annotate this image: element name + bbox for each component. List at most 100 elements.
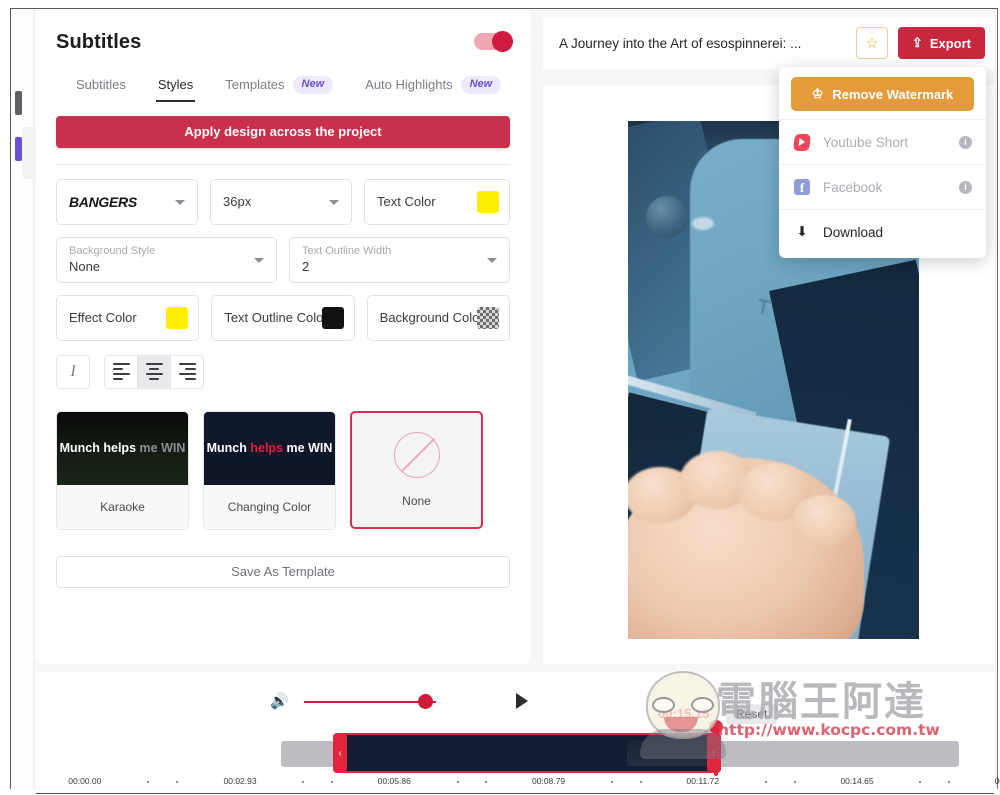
background-style-stack: Background Style None	[69, 245, 155, 275]
ruler-dot	[919, 781, 922, 783]
format-toolbar: I	[36, 353, 530, 389]
badge-new: New	[460, 76, 502, 94]
tab-auto-highlights[interactable]: Auto Highlights New	[349, 76, 517, 104]
toggle-knob	[492, 31, 513, 52]
chevron-down-icon	[175, 199, 185, 205]
text-outline-color-picker[interactable]: Text Outline Color	[211, 294, 355, 341]
chevron-down-icon	[254, 257, 264, 263]
save-as-template-button[interactable]: Save As Template	[56, 555, 510, 588]
text-color-picker[interactable]: Text Color	[364, 178, 510, 225]
tab-subtitles[interactable]: Subtitles	[56, 77, 142, 102]
ruler-tick: 00:08.79	[531, 776, 566, 786]
style-card-label: Changing Color	[204, 484, 335, 529]
ruler-tick: 00:05.86	[377, 776, 411, 786]
tab-label: Subtitles	[76, 77, 126, 93]
font-family-select[interactable]: BANGERS	[56, 178, 198, 225]
reset-button[interactable]: Reset	[726, 704, 778, 724]
facebook-icon: f	[793, 179, 811, 195]
effect-color-swatch[interactable]	[166, 306, 189, 329]
style-card-karaoke[interactable]: Munch helps me WIN Karaoke	[56, 410, 189, 530]
play-button[interactable]	[516, 693, 528, 709]
tab-label: Styles	[157, 77, 194, 93]
menu-item-label: Facebook	[823, 179, 883, 195]
background-style-label: Background Style	[69, 244, 156, 257]
ruler-dot	[765, 781, 768, 783]
favorite-button[interactable]: ☆	[855, 27, 888, 59]
background-style-select[interactable]: Background Style None	[56, 236, 277, 283]
style-card-label: None	[402, 493, 431, 508]
background-color-swatch[interactable]	[476, 306, 499, 329]
chevron-down-icon	[487, 257, 497, 263]
timeline-track-row: ‹ ›	[36, 720, 994, 776]
badge-new: New	[292, 76, 334, 94]
apply-design-button[interactable]: Apply design across the project	[56, 115, 510, 148]
preview-column: A Journey into the Art of esospinnerei: …	[543, 9, 995, 664]
ruler-dot	[639, 781, 642, 783]
menu-item-youtube-short[interactable]: Youtube Short i	[779, 119, 986, 164]
ruler-tick: 00:17.58	[994, 776, 1000, 786]
menu-item-facebook[interactable]: f Facebook i	[779, 164, 986, 209]
crown-icon: ♔	[811, 86, 824, 101]
clip-content	[343, 740, 711, 766]
font-size-select[interactable]: 36px	[210, 178, 352, 225]
text-outline-color-label: Text Outline Color	[224, 310, 328, 326]
preview-word: me	[139, 441, 158, 456]
align-left-button[interactable]	[104, 354, 138, 389]
rail-tab-purple[interactable]	[15, 137, 22, 161]
ruler-dot	[147, 781, 150, 783]
volume-slider-thumb[interactable]	[418, 694, 433, 709]
remove-watermark-label: Remove Watermark	[832, 86, 954, 102]
preview-word: Munch	[59, 441, 100, 456]
youtube-shorts-icon	[793, 133, 811, 151]
style-card-preview: Munch helps me WIN	[204, 411, 335, 485]
background-color-picker[interactable]: Background Color	[366, 294, 510, 341]
left-rail	[11, 9, 44, 789]
volume-slider[interactable]	[304, 701, 436, 703]
app-root: Subtitles Subtitles Styles Templates New…	[0, 0, 1000, 795]
align-right-button[interactable]	[170, 354, 204, 389]
preview-word: WIN	[308, 441, 333, 456]
text-color-swatch[interactable]	[477, 190, 499, 213]
remove-watermark-button[interactable]: ♔ Remove Watermark	[791, 77, 974, 111]
style-card-preview: Munch helps me WIN	[57, 411, 188, 485]
rail-tab-dark[interactable]	[15, 91, 22, 115]
trim-handle-left[interactable]: ‹	[333, 734, 347, 772]
export-button[interactable]: ⇪ Export	[897, 27, 985, 59]
project-title: A Journey into the Art of esospinnerei: …	[559, 35, 802, 51]
preview-word: Munch	[206, 441, 247, 456]
info-icon[interactable]: i	[959, 180, 972, 194]
control-row-3: Effect Color Text Outline Color Backgrou…	[56, 294, 510, 341]
ruler-dot	[175, 781, 178, 783]
no-style-icon	[393, 431, 440, 478]
ruler-tick: 00:11.72	[686, 776, 719, 786]
video-knob	[646, 196, 688, 238]
tab-styles[interactable]: Styles	[142, 77, 209, 103]
text-outline-color-swatch[interactable]	[321, 306, 344, 329]
style-card-none[interactable]: None	[350, 410, 483, 529]
transport-controls: 🔊 00:15.15 Reset	[36, 684, 994, 724]
italic-button[interactable]: I	[56, 354, 90, 389]
align-center-button[interactable]	[137, 354, 171, 389]
style-card-changing-color[interactable]: Munch helps me WIN Changing Color	[203, 410, 336, 530]
text-outline-width-select[interactable]: Text Outline Width 2	[289, 236, 510, 283]
text-outline-width-label: Text Outline Width	[302, 244, 392, 257]
download-icon: ⬇	[796, 224, 808, 239]
menu-item-download[interactable]: ⬇ Download	[779, 209, 986, 254]
ruler-dot	[948, 781, 951, 783]
tab-label: Auto Highlights	[365, 77, 453, 93]
background-style-value: None	[69, 259, 101, 274]
ruler-tick: 00:02.93	[223, 776, 257, 786]
star-icon: ☆	[865, 35, 879, 52]
font-size-value: 36px	[223, 194, 252, 210]
subtitles-toggle[interactable]	[474, 31, 513, 52]
ruler-dot	[456, 781, 459, 783]
menu-item-label: Youtube Short	[823, 134, 909, 150]
playhead[interactable]	[709, 720, 723, 776]
info-icon[interactable]: i	[959, 135, 972, 149]
volume-icon[interactable]: 🔊	[270, 692, 289, 710]
effect-color-picker[interactable]: Effect Color	[56, 294, 200, 341]
timeline-clip[interactable]: ‹ ›	[333, 733, 721, 773]
control-row-1: BANGERS 36px Text Color	[56, 178, 510, 225]
subtitles-panel: Subtitles Subtitles Styles Templates New…	[36, 9, 530, 664]
tab-templates[interactable]: Templates New	[209, 76, 349, 104]
